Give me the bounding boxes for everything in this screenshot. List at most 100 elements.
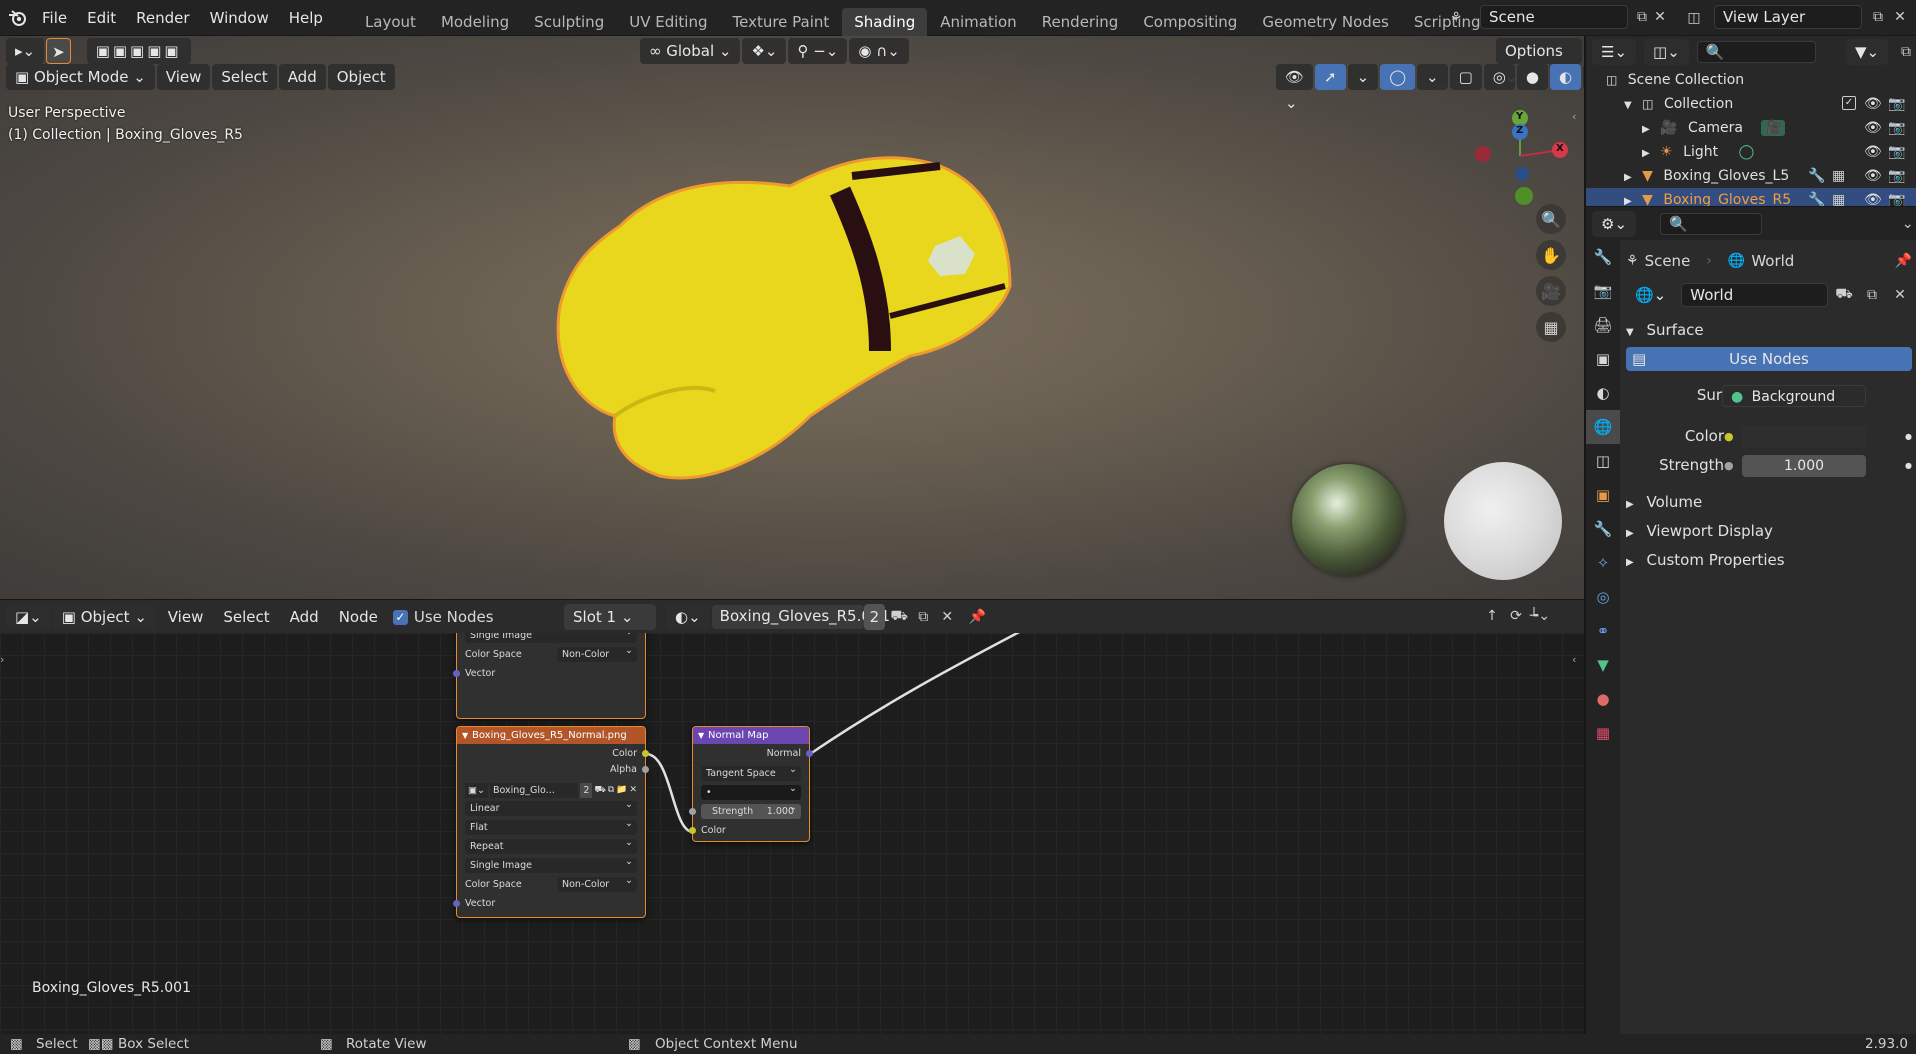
tab-texture-paint[interactable]: Texture Paint <box>720 8 841 36</box>
object-tab-icon[interactable]: ▣ <box>1586 478 1620 512</box>
zoom-icon[interactable]: 🔍 <box>1536 204 1566 234</box>
normal-map-header[interactable]: ▼ Normal Map <box>693 727 809 744</box>
delete-scene-icon[interactable]: ✕ <box>1648 5 1672 29</box>
snap-icon[interactable]: ⚲ −⌄ <box>788 38 848 64</box>
light-render-icon[interactable]: 📷 <box>1888 140 1905 164</box>
node-menu-add[interactable]: Add <box>281 604 328 630</box>
shader-type-dropdown[interactable]: ▣ Object ⌄ <box>52 604 157 630</box>
tab-sculpting[interactable]: Sculpting <box>522 8 616 36</box>
sidebar-expand-icon[interactable]: ‹ <box>1572 653 1576 666</box>
shading-wireframe-icon[interactable]: ◎ <box>1483 64 1515 90</box>
strength-value-field[interactable]: 1.000 <box>1742 455 1866 477</box>
world-fake-user-icon[interactable]: ⛟ <box>1832 283 1856 307</box>
collapse-sidebar-icon[interactable]: ‹ <box>1572 110 1576 123</box>
strength-input-socket[interactable] <box>689 808 696 815</box>
gizmo-toggle-icon[interactable]: ➚ <box>1315 64 1346 90</box>
output-tab-icon[interactable]: 🖨 <box>1586 308 1620 342</box>
shading-solid-icon[interactable]: ● <box>1516 64 1548 90</box>
texture-tab-icon[interactable]: ▦ <box>1586 716 1620 750</box>
view-layer-selector[interactable]: View Layer <box>1714 5 1862 29</box>
select-mode-icons[interactable]: ▣▣▣▣▣ <box>86 38 191 64</box>
world-duplicate-icon[interactable]: ⧉ <box>1860 283 1884 307</box>
strength-field[interactable]: Strength 1.000 <box>689 800 801 819</box>
collection-visibility-eye-icon[interactable]: 👁 <box>1864 92 1882 116</box>
tab-geometry-nodes[interactable]: Geometry Nodes <box>1250 8 1401 36</box>
custom-properties-panel-header[interactable]: ▶ Custom Properties <box>1626 546 1912 575</box>
outliner-search-field[interactable]: 🔍 <box>1696 41 1816 63</box>
use-nodes-toggle[interactable]: ✓ Use Nodes <box>392 608 494 626</box>
tab-animation[interactable]: Animation <box>928 8 1028 36</box>
parent-node-tree-icon[interactable]: ↑ <box>1480 604 1504 628</box>
node-menu-select[interactable]: Select <box>214 604 278 630</box>
light-visibility-eye-icon[interactable]: 👁 <box>1864 140 1882 164</box>
collection-render-camera-icon[interactable]: 📷 <box>1888 92 1905 116</box>
constraints-tab-icon[interactable]: ⚭ <box>1586 614 1620 648</box>
image-open-folder-icon[interactable]: 📁 <box>616 785 627 795</box>
filter-icon[interactable]: ▼⌄ <box>1845 39 1889 65</box>
modifier-wrench-icon[interactable]: 🔧 <box>1808 164 1825 188</box>
pan-hand-icon[interactable]: ✋ <box>1536 240 1566 270</box>
color-socket-dot[interactable]: ● <box>1724 422 1734 451</box>
render-tab-icon[interactable]: 📷 <box>1586 274 1620 308</box>
surface-panel-header[interactable]: ▼ Surface <box>1626 316 1912 345</box>
modifier-tab-icon[interactable]: 🔧 <box>1586 512 1620 546</box>
tab-compositing[interactable]: Compositing <box>1131 8 1249 36</box>
world-tab-icon[interactable]: 🌐 <box>1586 410 1620 444</box>
use-nodes-checkbox[interactable]: ✓ <box>392 609 408 625</box>
view-layer-icon[interactable]: ◫ <box>1682 6 1706 30</box>
image-duplicate-icon[interactable]: ⧉ <box>608 785 614 795</box>
pin-icon[interactable]: 📌 <box>965 605 989 629</box>
material-tab-icon[interactable]: ● <box>1586 682 1620 716</box>
shader-node-editor[interactable]: Single Image Color Space Non-Color Vecto… <box>0 633 1584 1034</box>
particles-tab-icon[interactable]: ✧ <box>1586 546 1620 580</box>
menu-help[interactable]: Help <box>279 0 333 36</box>
projection-dropdown[interactable]: Flat <box>465 816 637 835</box>
viewport-menu-add[interactable]: Add <box>278 64 326 90</box>
image-color-space-dropdown[interactable]: Non-Color <box>557 873 637 892</box>
world-name-field[interactable]: World <box>1681 283 1828 307</box>
camera-view-icon[interactable]: 🎥 <box>1536 276 1566 306</box>
display-mode-icon[interactable]: ◫⌄ <box>1644 39 1689 65</box>
3d-viewport[interactable]: ▸⌄ ➤ ▣▣▣▣▣ ∞ Global ⌄ ❖⌄ ⚲ −⌄ ◉ ∩⌄ Optio… <box>0 36 1584 599</box>
strength-socket-dot[interactable]: ● <box>1724 451 1734 480</box>
image-vector-input-socket[interactable] <box>453 900 460 907</box>
collapse-arrow-icon[interactable]: ▼ <box>462 727 468 744</box>
color-swatch[interactable] <box>1742 426 1866 448</box>
tool-tab-icon[interactable]: 🔧 <box>1586 240 1620 274</box>
uv-map-field[interactable]: • <box>701 781 801 800</box>
tab-uv-editing[interactable]: UV Editing <box>617 8 719 36</box>
boxing-glove-object[interactable] <box>540 146 1040 506</box>
normal-map-node[interactable]: ▼ Normal Map Normal Tangent Space • Stre… <box>689 726 813 842</box>
material-user-count[interactable]: 2 <box>863 604 886 630</box>
material-slot-dropdown[interactable]: Slot 1 ⌄ <box>564 604 656 630</box>
extension-dropdown[interactable]: Repeat <box>465 835 637 854</box>
grid-ortho-icon[interactable]: ▦ <box>1536 312 1566 342</box>
transform-orientation-dropdown[interactable]: ∞ Global ⌄ <box>640 38 741 64</box>
overlays-icon[interactable]: ◯ <box>1380 64 1415 90</box>
volume-panel-header[interactable]: ▶ Volume <box>1626 488 1912 517</box>
image-name-field[interactable]: Boxing_Glo... <box>489 782 579 798</box>
xray-icon[interactable]: ▢ <box>1449 64 1482 90</box>
image-unlink-icon[interactable]: ✕ <box>629 785 637 795</box>
normal-output-socket[interactable] <box>806 750 813 757</box>
expand-arrow-icon[interactable]: ▶ <box>1624 172 1632 183</box>
outliner-row-camera[interactable]: ▶ 🎥 Camera 🎥 👁 📷 <box>1586 116 1916 140</box>
image-fake-user-icon[interactable]: ⛟ <box>594 785 605 796</box>
node-editor-type-button[interactable]: ◪⌄ <box>6 604 51 630</box>
blender-logo-icon[interactable] <box>4 6 32 30</box>
tab-layout[interactable]: Layout <box>353 8 428 36</box>
properties-editor-type-icon[interactable]: ⚙⌄ <box>1592 210 1637 237</box>
alpha-output-socket[interactable] <box>642 766 649 773</box>
viewport-menu-view[interactable]: View <box>156 64 211 90</box>
properties-options-icon[interactable]: ⌄ <box>1900 212 1916 236</box>
tool-select-icon[interactable]: ➤ <box>46 38 71 64</box>
source-dropdown[interactable]: Single Image <box>465 854 637 873</box>
collection-tab-icon[interactable]: ◫ <box>1586 444 1620 478</box>
tab-rendering[interactable]: Rendering <box>1030 8 1131 36</box>
gloves-l5-render-icon[interactable]: 📷 <box>1888 164 1905 188</box>
viewport-menu-select[interactable]: Select <box>212 64 277 90</box>
object-mode-dropdown[interactable]: ▣ Object Mode ⌄ <box>6 64 155 90</box>
scene-tab-icon[interactable]: ◐ <box>1586 376 1620 410</box>
top-node-source-dropdown[interactable]: Single Image <box>465 633 637 643</box>
outliner-row-scene-collection[interactable]: ◫ Scene Collection <box>1586 68 1916 92</box>
